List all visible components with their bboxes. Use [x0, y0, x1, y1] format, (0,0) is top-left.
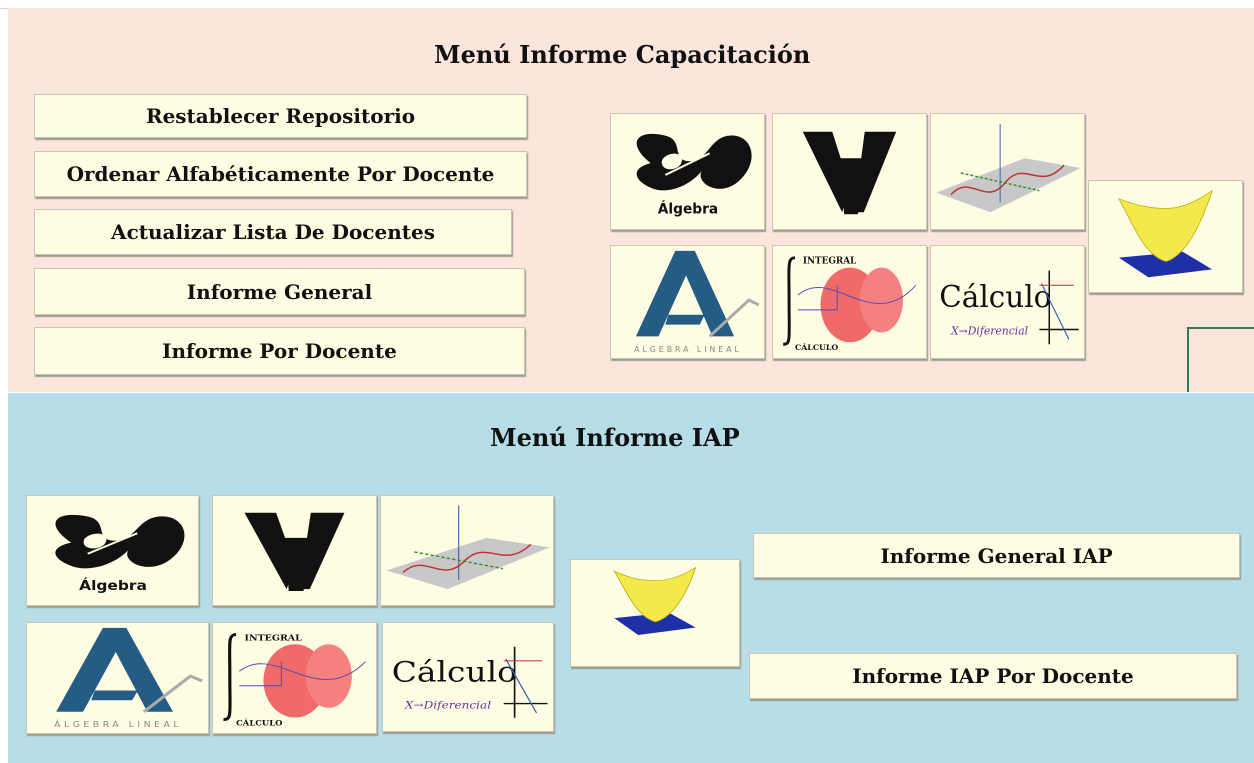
calculo-diferencial-icon[interactable]: Cálculo X→Diferencial: [382, 622, 554, 732]
integral-label: INTEGRAL: [803, 257, 857, 267]
capacitacion-title: Menú Informe Capacitación: [434, 40, 811, 69]
sine-wave-plane-icon: [936, 123, 1081, 213]
sine-wave-plane-icon[interactable]: [380, 495, 554, 606]
algebra-lineal-label: ÁLGEBRA LINEAL: [54, 719, 182, 730]
actualizar-lista-docentes-button[interactable]: Actualizar Lista De Docentes: [34, 209, 512, 255]
algebra-logo-icon[interactable]: Álgebra: [610, 113, 765, 230]
calculo-label: Cálculo: [939, 280, 1051, 314]
calculo-diferencial-icon: Cálculo X→Diferencial: [392, 646, 548, 718]
ordenar-alfabeticamente-button[interactable]: Ordenar Alfabéticamente Por Docente: [34, 151, 527, 197]
algebra-lineal-logo-icon[interactable]: ÁLGEBRA LINEAL: [610, 245, 765, 359]
informe-general-button[interactable]: Informe General: [34, 268, 525, 315]
informe-general-iap-button[interactable]: Informe General IAP: [753, 533, 1240, 578]
integral-solid-icon: INTEGRAL CÁLCULO: [223, 633, 366, 728]
cell-border-line: [1187, 327, 1254, 329]
diferencial-label: X→Diferencial: [950, 324, 1029, 337]
calculo-small-label: CÁLCULO: [236, 718, 282, 728]
informe-iap-por-docente-button[interactable]: Informe IAP Por Docente: [749, 653, 1237, 699]
integral-solid-icon[interactable]: INTEGRAL CÁLCULO: [772, 245, 927, 359]
vector-v-logo-icon: [244, 512, 345, 592]
algebra-lineal-logo-icon: ÁLGEBRA LINEAL: [54, 627, 203, 730]
calculo-small-label: CÁLCULO: [795, 343, 838, 352]
vector-v-logo-icon: [802, 131, 897, 215]
sine-wave-plane-icon[interactable]: [930, 113, 1085, 230]
calculo-label: Cálculo: [392, 656, 517, 689]
parabolic-surface-icon: [613, 566, 697, 636]
algebra-logo-icon[interactable]: Álgebra: [26, 495, 199, 606]
algebra-label: Álgebra: [658, 200, 718, 217]
restablecer-repositorio-button[interactable]: Restablecer Repositorio: [34, 94, 527, 138]
integral-label: INTEGRAL: [245, 633, 303, 644]
sine-wave-plane-icon: [386, 505, 550, 590]
parabolic-surface-icon[interactable]: [570, 559, 740, 667]
algebra-logo-icon: Álgebra: [636, 133, 752, 217]
diferencial-label: X→Diferencial: [404, 699, 492, 711]
calculo-diferencial-icon[interactable]: Cálculo X→Diferencial: [930, 245, 1085, 359]
iap-title: Menú Informe IAP: [490, 423, 740, 452]
algebra-lineal-logo-icon: ÁLGEBRA LINEAL: [634, 250, 760, 354]
integral-solid-icon[interactable]: INTEGRAL CÁLCULO: [212, 622, 377, 734]
algebra-label: Álgebra: [79, 577, 147, 593]
cell-border-line: [1187, 327, 1189, 392]
vector-v-logo-icon[interactable]: [212, 495, 377, 606]
parabolic-surface-icon: [1117, 189, 1213, 278]
algebra-logo-icon: Álgebra: [55, 514, 185, 594]
integral-solid-icon: INTEGRAL CÁLCULO: [783, 256, 917, 352]
informe-por-docente-button[interactable]: Informe Por Docente: [34, 327, 525, 375]
algebra-lineal-logo-icon[interactable]: ÁLGEBRA LINEAL: [26, 622, 209, 734]
calculo-diferencial-icon: Cálculo X→Diferencial: [939, 270, 1079, 345]
parabolic-surface-icon[interactable]: [1088, 180, 1243, 293]
vector-v-logo-icon[interactable]: [772, 113, 927, 230]
algebra-lineal-label: ÁLGEBRA LINEAL: [634, 343, 742, 354]
